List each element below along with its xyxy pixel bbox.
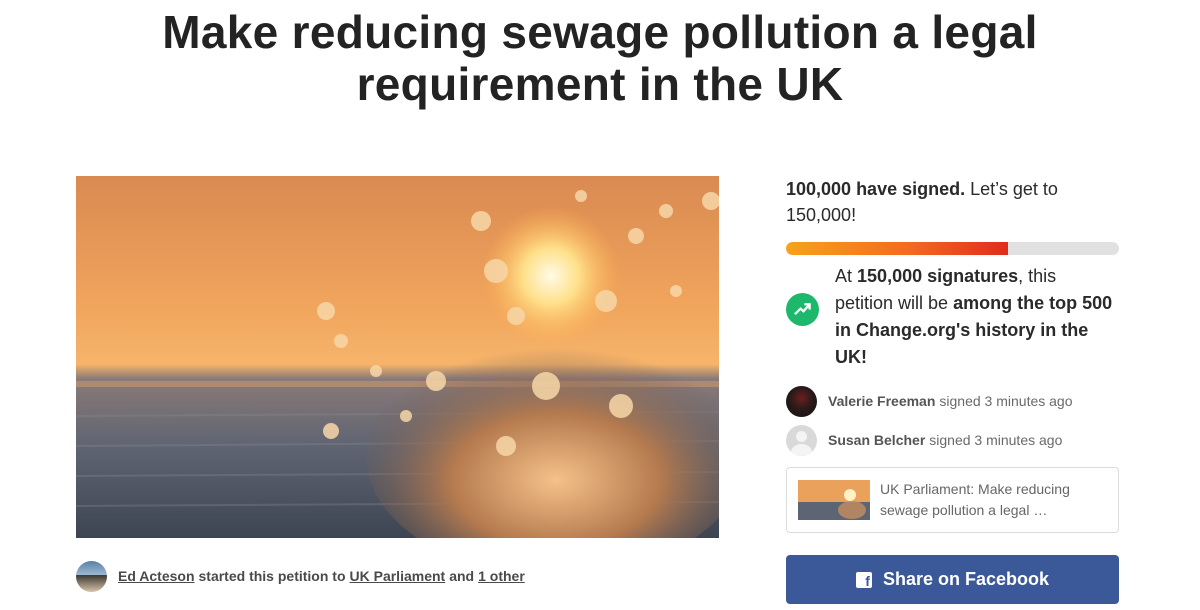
- sunset-splash-image: [76, 176, 719, 538]
- milestone-text: At 150,000 signatures, this petition wil…: [835, 266, 1113, 367]
- others-link[interactable]: 1 other: [478, 568, 525, 584]
- signer-status: signed 3 minutes ago: [939, 393, 1073, 409]
- signature-count: 100,000 have signed.: [786, 179, 966, 199]
- signature-panel: 100,000 have signed. Let’s get to 150,00…: [786, 176, 1119, 456]
- facebook-icon: f: [855, 571, 872, 588]
- milestone-callout: At 150,000 signatures, this petition wil…: [786, 263, 1119, 371]
- target-link[interactable]: UK Parliament: [350, 568, 446, 584]
- signature-goal: 100,000 have signed. Let’s get to 150,00…: [786, 176, 1119, 228]
- signer-name: Valerie Freeman: [828, 393, 936, 409]
- share-button-label: Share on Facebook: [882, 569, 1050, 589]
- starter-verb: started this petition to: [198, 568, 346, 584]
- recent-signer: Susan Belcher signed 3 minutes ago: [786, 424, 1119, 456]
- avatar: [786, 424, 817, 456]
- petition-starter: Ed Acteson started this petition to UK P…: [76, 560, 525, 592]
- progress-fill: [786, 242, 1008, 255]
- share-preview-card[interactable]: UK Parliament: Make reducing sewage poll…: [786, 467, 1119, 533]
- starter-avatar[interactable]: [76, 560, 107, 592]
- share-thumbnail: [798, 480, 870, 520]
- recent-signer: Valerie Freeman signed 3 minutes ago: [786, 385, 1119, 417]
- share-card-text: UK Parliament: Make reducing sewage poll…: [880, 481, 1070, 518]
- starter-and: and: [449, 568, 475, 584]
- signer-status: signed 3 minutes ago: [929, 432, 1063, 448]
- petition-title: Make reducing sewage pollution a legal r…: [162, 6, 1038, 110]
- avatar: [786, 385, 817, 417]
- starter-name-link[interactable]: Ed Acteson: [118, 568, 195, 584]
- progress-bar: [786, 242, 1119, 255]
- trending-up-icon: [786, 293, 819, 326]
- share-on-facebook-button[interactable]: f Share on Facebook: [786, 555, 1119, 604]
- petition-image: [76, 176, 719, 538]
- signer-name: Susan Belcher: [828, 432, 926, 448]
